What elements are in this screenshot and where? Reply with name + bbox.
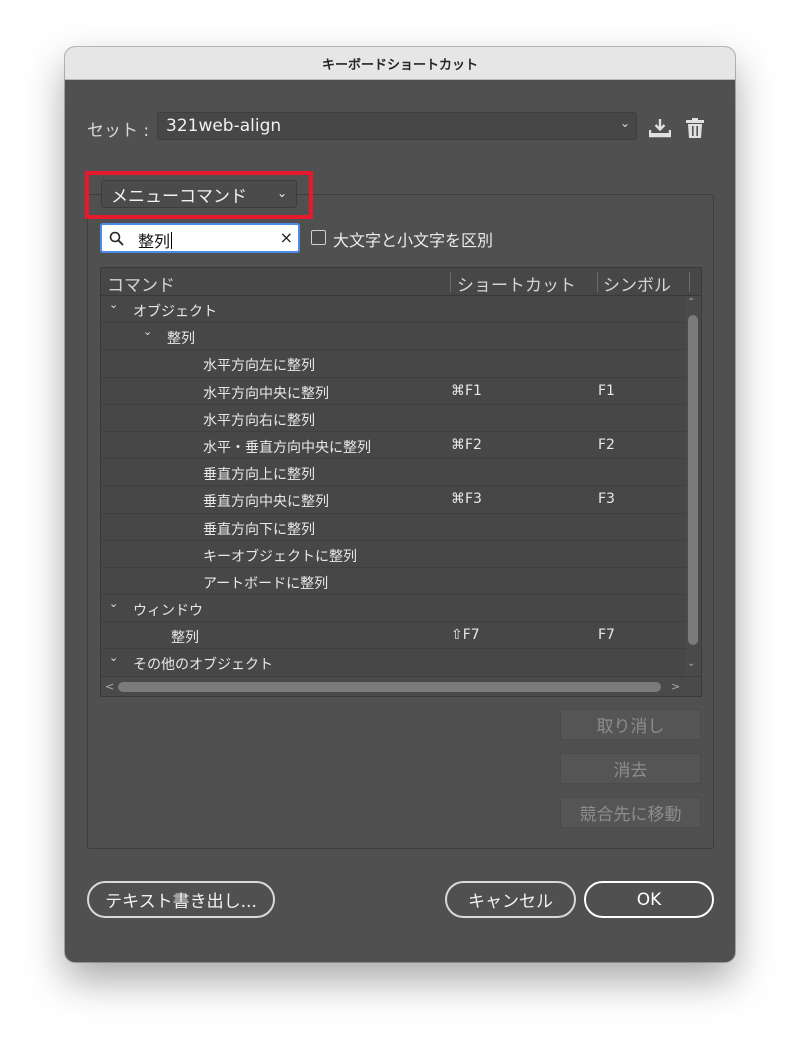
command-label: 垂直方向下に整列 (203, 521, 315, 538)
disclosure-chevron-icon[interactable]: ⌄ (109, 597, 118, 610)
keyboard-shortcuts-dialog: キーボードショートカット セット : 321web-align ⌄ メニューコマ… (65, 47, 735, 962)
clear-button[interactable]: 消去 (560, 753, 701, 784)
download-save-icon[interactable] (648, 118, 672, 142)
table-row[interactable]: ⌄ ウィンドウ (101, 595, 685, 623)
export-text-button[interactable]: テキスト書き出し... (87, 881, 275, 918)
scroll-down-icon[interactable]: ⌄ (687, 658, 695, 669)
command-type-value: メニューコマンド (111, 186, 247, 207)
case-sensitive-checkbox[interactable] (311, 230, 326, 245)
table-row[interactable]: 水平方向左に整列 (101, 350, 685, 378)
shortcut-cell[interactable]: ⌘F2 (451, 437, 482, 453)
table-row[interactable]: 垂直方向下に整列 (101, 514, 685, 541)
command-label: 垂直方向上に整列 (203, 467, 315, 484)
dialog-title: キーボードショートカット (65, 47, 735, 80)
command-label: 整列 (171, 630, 199, 647)
chevron-down-icon: ⌄ (276, 186, 287, 200)
symbol-cell[interactable]: F1 (598, 383, 615, 399)
table-row[interactable]: ⌄ その他のオブジェクト (101, 649, 685, 677)
cancel-button[interactable]: キャンセル (445, 881, 576, 918)
command-label: オブジェクト (133, 304, 217, 320)
column-header-command[interactable]: コマンド (107, 271, 175, 296)
set-value: 321web-align (166, 116, 282, 136)
column-divider[interactable] (597, 272, 598, 292)
column-header-shortcut[interactable]: ショートカット (457, 271, 576, 296)
table-row[interactable]: 水平方向右に整列 (101, 405, 685, 432)
command-label: 水平方向右に整列 (203, 412, 315, 429)
search-field[interactable]: 整列 × (100, 223, 300, 253)
clear-search-icon[interactable]: × (280, 228, 293, 247)
horizontal-scroll-thumb[interactable] (118, 682, 661, 692)
table-row[interactable]: 水平方向中央に整列 ⌘F1 F1 (101, 378, 685, 405)
disclosure-chevron-icon[interactable]: ⌄ (109, 298, 118, 311)
command-label: ウィンドウ (133, 603, 203, 620)
undo-button[interactable]: 取り消し (560, 709, 701, 740)
vertical-scrollbar[interactable]: ⌃ ⌄ (685, 296, 701, 676)
command-label: 水平方向中央に整列 (203, 385, 329, 402)
chevron-down-icon: ⌄ (619, 116, 630, 130)
column-divider[interactable] (450, 272, 451, 292)
table-header: コマンド ショートカット シンボル (101, 268, 701, 296)
symbol-cell[interactable]: F3 (598, 491, 615, 507)
table-row[interactable]: ⌄ オブジェクト (101, 296, 685, 324)
table-body: ⌄ オブジェクト ⌄ 整列 水平方向左に整列 水平方向中央に整列 ⌘F1 F1 水平方向右に整列… (101, 296, 685, 677)
case-sensitive-label[interactable]: 大文字と小文字を区別 (333, 227, 493, 251)
table-row[interactable]: 垂直方向上に整列 (101, 459, 685, 487)
table-row[interactable]: 整列 ⇧F7 F7 (101, 622, 685, 650)
command-type-dropdown[interactable]: メニューコマンド ⌄ (101, 180, 297, 208)
scroll-up-icon[interactable]: ⌃ (687, 297, 695, 308)
command-label: アートボードに整列 (203, 575, 329, 592)
set-dropdown[interactable]: 321web-align ⌄ (157, 112, 637, 140)
command-label: 水平方向左に整列 (203, 358, 315, 375)
set-label: セット : (87, 121, 150, 141)
ok-button[interactable]: OK (584, 881, 714, 918)
scroll-right-icon[interactable]: > (671, 680, 680, 693)
command-label: 垂直方向中央に整列 (203, 494, 329, 511)
symbol-cell[interactable]: F2 (598, 437, 615, 453)
table-row[interactable]: アートボードに整列 (101, 568, 685, 596)
trash-icon[interactable] (685, 118, 705, 143)
shortcut-cell[interactable]: ⇧F7 (451, 627, 480, 643)
command-label: キーオブジェクトに整列 (203, 548, 357, 565)
command-label: その他のオブジェクト (133, 657, 273, 674)
search-icon (109, 231, 125, 251)
search-input-text: 整列 (138, 232, 173, 251)
column-header-symbol[interactable]: シンボル (603, 271, 671, 296)
command-label: 水平・垂直方向中央に整列 (203, 439, 371, 456)
disclosure-chevron-icon[interactable]: ⌄ (143, 325, 152, 338)
table-row[interactable]: キーオブジェクトに整列 (101, 541, 685, 568)
table-row[interactable]: 垂直方向中央に整列 ⌘F3 F3 (101, 486, 685, 514)
column-divider[interactable] (689, 272, 690, 292)
disclosure-chevron-icon[interactable]: ⌄ (109, 651, 118, 664)
shortcut-cell[interactable]: ⌘F1 (451, 383, 482, 399)
symbol-cell[interactable]: F7 (598, 627, 615, 643)
command-label: 整列 (167, 331, 195, 348)
table-row[interactable]: ⌄ 整列 (101, 323, 685, 351)
shortcuts-table: コマンド ショートカット シンボル ⌄ オブジェクト ⌄ 整列 水平方向左に整列 水平方向… (100, 267, 702, 697)
scroll-left-icon[interactable]: < (105, 680, 114, 693)
horizontal-scrollbar[interactable]: < > (101, 676, 701, 696)
table-row[interactable]: 水平・垂直方向中央に整列 ⌘F2 F2 (101, 432, 685, 460)
shortcut-cell[interactable]: ⌘F3 (451, 491, 482, 507)
go-to-conflict-button[interactable]: 競合先に移動 (560, 797, 701, 828)
vertical-scroll-thumb[interactable] (688, 315, 698, 645)
